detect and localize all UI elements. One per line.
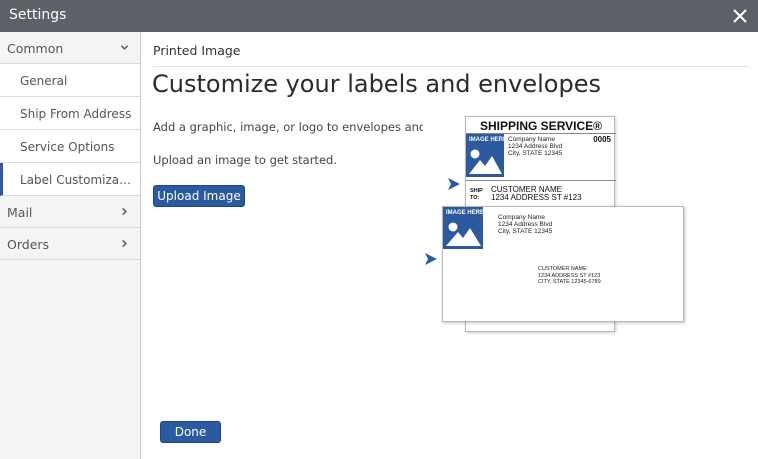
upload-image-button[interactable]: Upload Image [153, 185, 245, 207]
done-button[interactable]: Done [160, 421, 221, 443]
chevron-right-icon [122, 207, 127, 216]
chevron-right-icon [122, 239, 127, 248]
sidebar-item-general[interactable]: General [0, 64, 140, 97]
sidebar-item-label: Orders [7, 237, 50, 252]
arrow-right-icon [448, 178, 460, 190]
close-icon[interactable] [730, 6, 750, 26]
address-line: City, STATE 12345 [498, 228, 553, 235]
sidebar-item-label-customization[interactable]: Label Customization [0, 163, 140, 196]
label-envelope-illustration: SHIPPING SERVICE® IMAGE HERE Company Nam… [418, 116, 688, 336]
address-line: City, STATE 12345 [508, 150, 563, 157]
sidebar-item-label: Service Options [20, 140, 115, 154]
image-placeholder-text: IMAGE HERE [446, 210, 485, 216]
address-line: Company Name [508, 136, 555, 143]
sidebar-item-ship-from-address[interactable]: Ship From Address [0, 97, 140, 130]
sidebar-item-label: Common [7, 41, 64, 56]
image-placeholder: IMAGE HERE [443, 207, 485, 249]
divider [466, 180, 616, 181]
address-line: 1234 Address Blvd [498, 221, 553, 228]
address-line: Company Name [498, 214, 545, 221]
image-placeholder-text: IMAGE HERE [469, 137, 508, 143]
image-placeholder: IMAGE HERE [466, 134, 508, 177]
ship-to-line: TO: [470, 195, 480, 201]
address-line: CITY, STATE 12345-6789 [538, 279, 601, 285]
sidebar-item-label: Label Customization [20, 173, 132, 187]
sidebar-item-mail[interactable]: Mail [0, 196, 140, 228]
main-panel: Printed Image Customize your labels and … [142, 32, 758, 459]
address-line: 1234 Address Blvd [508, 143, 563, 150]
sender-address: Company Name 1234 Address Blvd City, STA… [498, 214, 552, 235]
ship-to-line: SHIP [470, 188, 483, 194]
upload-hint: Upload an image to get started. [153, 153, 337, 167]
page-title: Customize your labels and envelopes [152, 70, 601, 98]
settings-window: Settings Common General Ship From Addres… [0, 0, 758, 459]
envelope-preview: IMAGE HERE Company Name 1234 Address Blv… [442, 206, 684, 322]
service-code: 0005 [593, 135, 611, 144]
window-title: Settings [9, 7, 67, 23]
title-bar: Settings [0, 0, 758, 32]
chevron-down-icon [120, 45, 129, 50]
divider [153, 66, 749, 67]
description-text: Add a graphic, image, or logo to envelop… [153, 120, 423, 134]
sidebar-item-orders[interactable]: Orders [0, 228, 140, 260]
recipient-address: CUSTOMER NAME 1234 ADDRESS ST #123 [491, 186, 582, 202]
settings-sidebar: Common General Ship From Address Service… [0, 32, 141, 459]
sidebar-item-label: General [20, 74, 68, 88]
sidebar-item-label: Mail [7, 205, 33, 220]
sidebar-item-label: Ship From Address [20, 107, 132, 121]
sender-address: Company Name 1234 Address Blvd City, STA… [508, 136, 562, 157]
sidebar-item-common[interactable]: Common [0, 32, 140, 64]
arrow-right-icon [425, 253, 437, 265]
section-title: Printed Image [153, 43, 241, 58]
address-line: 1234 ADDRESS ST #123 [491, 193, 582, 202]
ship-to-label: SHIP TO: [470, 188, 483, 202]
recipient-address: CUSTOMER NAME 1234 ADDRESS ST #123 CITY,… [538, 266, 601, 286]
sidebar-item-service-options[interactable]: Service Options [0, 130, 140, 163]
service-title: SHIPPING SERVICE® [480, 119, 602, 133]
